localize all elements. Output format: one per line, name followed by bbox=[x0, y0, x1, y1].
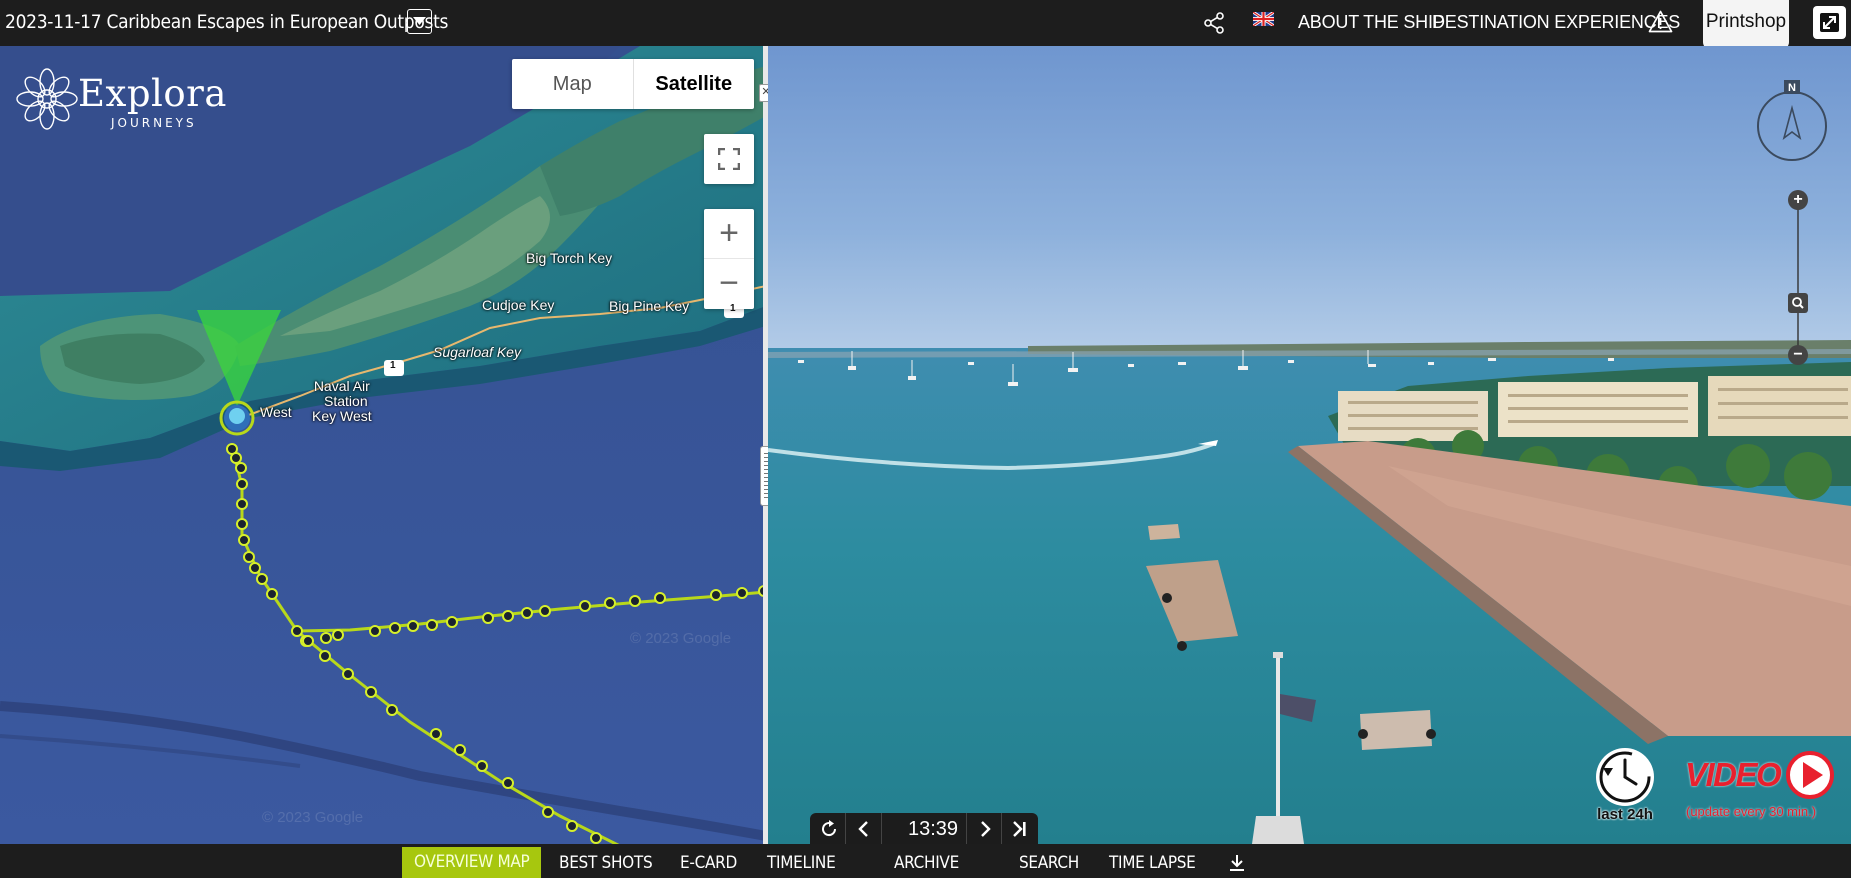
last-24h-button[interactable]: last 24h bbox=[1594, 746, 1656, 823]
map-type-satellite-button[interactable]: Satellite bbox=[634, 59, 755, 109]
nav-archive[interactable]: ARCHIVE bbox=[894, 853, 959, 873]
nav-timeline[interactable]: TIMELINE bbox=[767, 853, 836, 873]
place-cudjoe-key: Cudjoe Key bbox=[482, 297, 555, 313]
satellite-imagery bbox=[0, 46, 766, 844]
share-icon[interactable] bbox=[1202, 11, 1226, 35]
nav-overview-map[interactable]: OVERVIEW MAP bbox=[402, 847, 542, 878]
harbor-view bbox=[768, 46, 1851, 844]
camera-zoom-slider[interactable]: + − bbox=[1783, 190, 1813, 366]
previous-image-button[interactable] bbox=[846, 813, 882, 845]
fullscreen-icon bbox=[718, 148, 740, 170]
video-update-note: (update every 30 min.) bbox=[1686, 804, 1817, 819]
magnifier-icon bbox=[1792, 297, 1804, 309]
download-icon[interactable] bbox=[1229, 854, 1245, 872]
printshop-tab[interactable]: Printshop bbox=[1703, 0, 1789, 59]
refresh-button[interactable] bbox=[810, 813, 846, 845]
chevron-left-icon bbox=[858, 821, 868, 837]
explora-logo-icon bbox=[16, 68, 78, 130]
chevron-right-icon bbox=[981, 821, 991, 837]
place-key-west: West bbox=[260, 404, 292, 420]
chevron-down-icon bbox=[413, 17, 426, 25]
expand-icon bbox=[1820, 13, 1839, 32]
nav-destination-experiences[interactable]: DESTINATION EXPERIENCES bbox=[1432, 12, 1680, 33]
nav-search[interactable]: SEARCH bbox=[1019, 853, 1079, 873]
map-type-map-button[interactable]: Map bbox=[512, 59, 634, 109]
nav-time-lapse[interactable]: TIME LAPSE bbox=[1109, 853, 1196, 873]
map-watermark: © 2023 Google bbox=[630, 630, 732, 647]
place-big-pine-key: Big Pine Key bbox=[609, 298, 690, 314]
nav-e-card[interactable]: E-CARD bbox=[680, 853, 737, 873]
clock-history-icon bbox=[1596, 748, 1654, 806]
logo-tagline: JOURNEYS bbox=[111, 116, 197, 130]
nav-best-shots[interactable]: BEST SHOTS bbox=[559, 853, 653, 873]
top-bar: 2023-11-17 Caribbean Escapes in European… bbox=[0, 0, 1851, 59]
nav-about-the-ship[interactable]: ABOUT THE SHIP bbox=[1298, 12, 1445, 33]
map-zoom-out-button[interactable]: − bbox=[704, 259, 754, 309]
compass-icon[interactable]: N bbox=[1756, 80, 1828, 164]
camera-zoom-in-button[interactable]: + bbox=[1788, 190, 1808, 210]
place-naval-air-line3: Key West bbox=[312, 408, 372, 424]
bottom-nav: OVERVIEW MAP BEST SHOTS E-CARD TIMELINE … bbox=[0, 844, 1851, 878]
overview-map[interactable]: Explora JOURNEYS Map Satellite + − Big T… bbox=[0, 46, 766, 844]
app-root: 2023-11-17 Caribbean Escapes in European… bbox=[0, 0, 1851, 878]
next-image-button[interactable] bbox=[966, 813, 1002, 845]
skip-to-end-icon bbox=[1013, 821, 1026, 837]
fullscreen-button[interactable] bbox=[704, 134, 754, 184]
uk-flag-icon[interactable] bbox=[1253, 12, 1274, 26]
refresh-icon bbox=[822, 820, 837, 837]
map-zoom-control: + − bbox=[704, 209, 754, 309]
current-time: 13:39 bbox=[907, 818, 959, 840]
map-watermark-2: © 2023 Google bbox=[262, 809, 364, 826]
expand-button[interactable] bbox=[1813, 6, 1846, 39]
place-naval-air-line2: Station bbox=[324, 393, 368, 409]
place-big-torch-key: Big Torch Key bbox=[526, 250, 613, 266]
route-1-shield-east: 1 bbox=[730, 303, 736, 314]
zoom-thumb[interactable] bbox=[1788, 293, 1808, 313]
place-naval-air-station: Naval Air Station Key West bbox=[312, 379, 372, 424]
play-icon bbox=[1786, 751, 1834, 799]
map-type-switch: Map Satellite bbox=[512, 59, 754, 109]
compass-north-label: N bbox=[1788, 82, 1796, 94]
logo-name: Explora bbox=[78, 72, 227, 115]
map-zoom-in-button[interactable]: + bbox=[704, 209, 754, 259]
camera-zoom-out-button[interactable]: − bbox=[1788, 345, 1808, 365]
video-label: VIDEO bbox=[1685, 756, 1782, 793]
title-dropdown-button[interactable] bbox=[407, 9, 432, 34]
explora-logo: Explora JOURNEYS bbox=[78, 72, 227, 130]
warning-icon[interactable] bbox=[1648, 10, 1673, 33]
place-naval-air-line1: Naval Air bbox=[313, 378, 370, 394]
webcam-image[interactable] bbox=[768, 46, 1851, 844]
latest-image-button[interactable] bbox=[1002, 813, 1038, 845]
last-24h-label: last 24h bbox=[1597, 806, 1653, 823]
page-title: 2023-11-17 Caribbean Escapes in European… bbox=[5, 11, 449, 33]
zoom-track bbox=[1797, 198, 1799, 354]
route-1-shield: 1 bbox=[390, 360, 396, 371]
place-sugarloaf-key: Sugarloaf Key bbox=[433, 344, 521, 360]
time-controls: 13:39 bbox=[810, 813, 1038, 845]
